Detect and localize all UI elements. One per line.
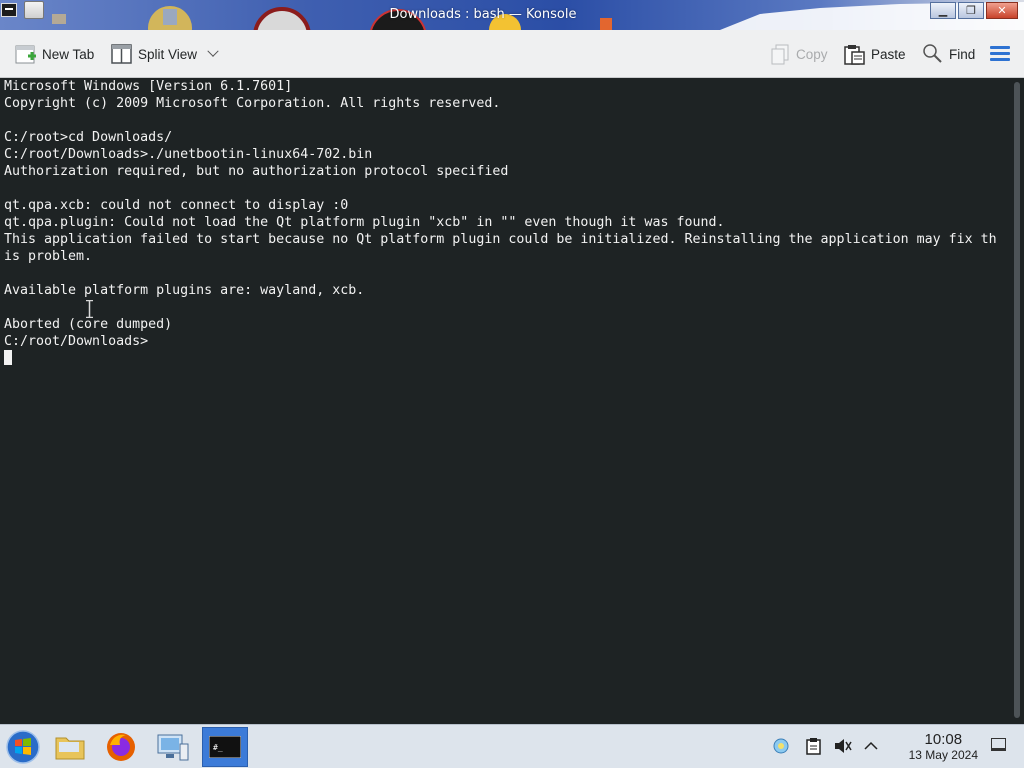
hamburger-menu-icon[interactable] [990,46,1010,62]
maximize-button[interactable]: ❐ [958,2,984,19]
scrollbar-thumb[interactable] [1014,82,1020,718]
taskbar-file-manager[interactable] [47,727,93,767]
clock-date: 13 May 2024 [908,748,978,762]
terminal-line: Authorization required, but no authoriza… [4,164,509,179]
copy-icon [771,44,789,65]
folder-icon [55,737,85,760]
start-menu-button[interactable] [0,727,46,767]
text-cursor-ibeam-icon [86,300,93,318]
terminal-line: qt.qpa.xcb: could not connect to display… [4,198,349,213]
close-button[interactable]: ✕ [986,2,1018,19]
find-button[interactable]: Find [922,42,975,66]
network-manager-icon[interactable] [772,737,790,755]
close-icon: ✕ [997,4,1007,17]
terminal-cursor-line [4,350,1010,367]
clipboard-icon[interactable] [805,737,823,755]
paste-button[interactable]: Paste [844,42,906,66]
terminal-line: is problem. [4,249,93,264]
new-tab-button[interactable]: New Tab [15,42,94,66]
terminal-line: C:/root/Downloads>./unetbootin-linux64-7… [4,147,373,162]
terminal-line: Aborted (core dumped) [4,317,173,332]
minimize-icon: ▁ [938,4,948,17]
new-tab-icon [15,45,36,64]
firefox-icon [107,733,135,761]
show-desktop-button[interactable] [991,738,1006,751]
split-view-icon [111,44,132,64]
clock-time: 10:08 [924,731,963,748]
new-tab-label: New Tab [42,46,95,62]
minimize-button[interactable]: ▁ [930,2,956,19]
terminal-line: Available platform plugins are: wayland,… [4,283,365,298]
find-label: Find [949,46,976,62]
terminal-line: Copyright (c) 2009 Microsoft Corporation… [4,96,501,111]
taskbar-clock[interactable]: 10:08 13 May 2024 [909,731,978,762]
konsole-toolbar: New Tab Split View Copy Paste Find [0,30,1024,78]
search-icon [923,44,942,63]
windows-logo-icon [6,730,40,764]
terminal-line: C:/root/Downloads> [4,334,149,349]
copy-button[interactable]: Copy [771,42,828,66]
split-view-button[interactable]: Split View [111,42,219,66]
terminal-line: qt.qpa.plugin: Could not load the Qt pla… [4,215,725,230]
chevron-down-icon[interactable] [207,45,219,57]
terminal-line: Microsoft Windows [Version 6.1.7601] [4,79,293,94]
terminal-scrollbar[interactable] [1010,78,1024,724]
window-title: Downloads : bash — Konsole [389,7,577,22]
split-view-label: Split View [138,46,198,62]
volume-muted-icon[interactable] [834,737,852,755]
taskbar-system-settings[interactable] [150,727,196,767]
konsole-terminal-icon: #_ [209,736,241,758]
copy-label: Copy [796,46,828,62]
terminal-output[interactable]: Microsoft Windows [Version 6.1.7601] Copy… [0,78,1010,724]
terminal-line: C:/root>cd Downloads/ [4,130,173,145]
svg-text:#_: #_ [213,743,223,752]
taskbar-firefox[interactable] [98,727,144,767]
window-controls: ▁ ❐ ✕ [928,2,1018,19]
paste-label: Paste [871,46,906,62]
taskbar-konsole[interactable]: #_ [202,727,248,767]
window-titlebar[interactable]: Downloads : bash — Konsole ▁ ❐ ✕ [0,0,1024,30]
paste-icon [844,45,865,65]
monitor-settings-icon [157,734,189,761]
chevron-up-icon[interactable] [862,737,880,755]
terminal-block-cursor [4,350,12,365]
terminal-line: This application failed to start because… [4,232,997,247]
taskbar: #_ 10:08 13 May 2024 [0,724,1024,768]
restore-icon: ❐ [966,4,976,17]
